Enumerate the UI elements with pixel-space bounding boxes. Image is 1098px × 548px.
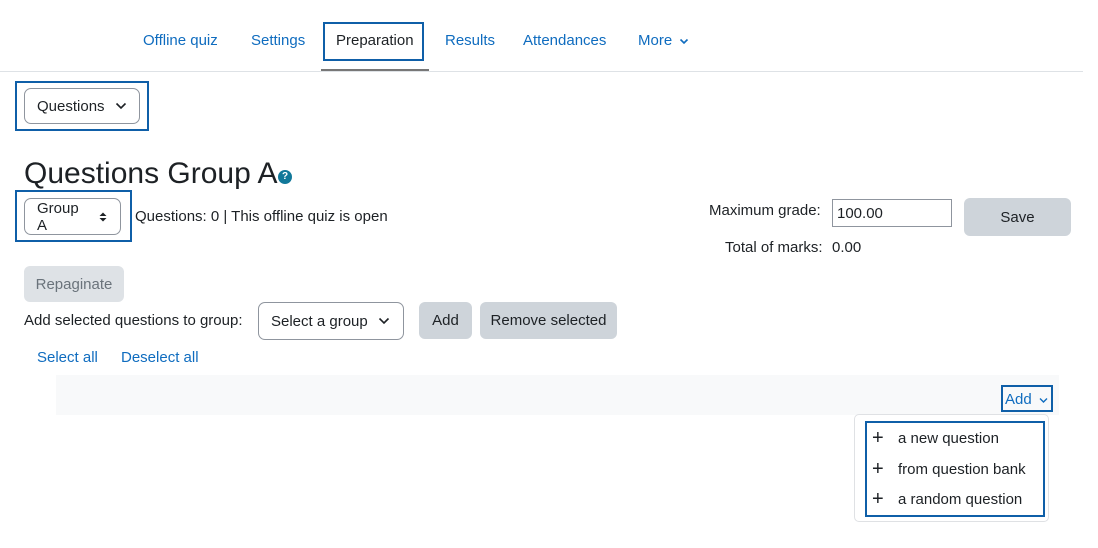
tab-preparation-highlight [323,22,424,61]
max-grade-input[interactable] [832,199,952,227]
page-title: Questions Group A [24,156,277,192]
tab-settings[interactable]: Settings [251,32,305,50]
add-to-group-label: Add selected questions to group: [24,312,243,329]
tab-offline-quiz[interactable]: Offline quiz [143,32,218,50]
max-grade-label: Maximum grade: [709,202,821,219]
total-marks-label: Total of marks: [725,239,823,256]
page-title-text: Questions Group A [24,157,278,190]
group-target-select[interactable]: Select a group [258,302,404,340]
remove-selected-button[interactable]: Remove selected [480,302,617,339]
help-icon[interactable]: ? [278,170,292,184]
quiz-status-text: Questions: 0 | This offline quiz is open [135,208,388,225]
save-button-label: Save [1000,208,1035,226]
add-menu-toggle-highlight [1001,385,1053,412]
group-target-select-value: Select a group [271,312,368,330]
tab-more[interactable]: More [638,32,689,50]
nav-divider [0,71,1083,72]
save-button[interactable]: Save [964,198,1071,236]
deselect-all-link[interactable]: Deselect all [121,349,199,366]
chevron-down-icon [680,38,689,45]
add-to-group-button-label: Add [432,312,459,329]
section-select-highlight [15,81,149,131]
group-select-highlight [15,190,132,242]
repaginate-button[interactable]: Repaginate [24,266,124,302]
select-all-link[interactable]: Select all [37,349,98,366]
chevron-down-icon [378,317,389,325]
tab-more-label: More [638,32,673,49]
remove-selected-label: Remove selected [490,312,607,329]
page-header-bar [56,375,1059,415]
add-dropdown-highlight [865,421,1045,517]
repaginate-label: Repaginate [35,275,113,293]
add-to-group-button[interactable]: Add [419,302,472,339]
total-marks-value: 0.00 [832,239,862,256]
tab-results[interactable]: Results [445,32,495,50]
tab-attendances[interactable]: Attendances [523,32,606,50]
